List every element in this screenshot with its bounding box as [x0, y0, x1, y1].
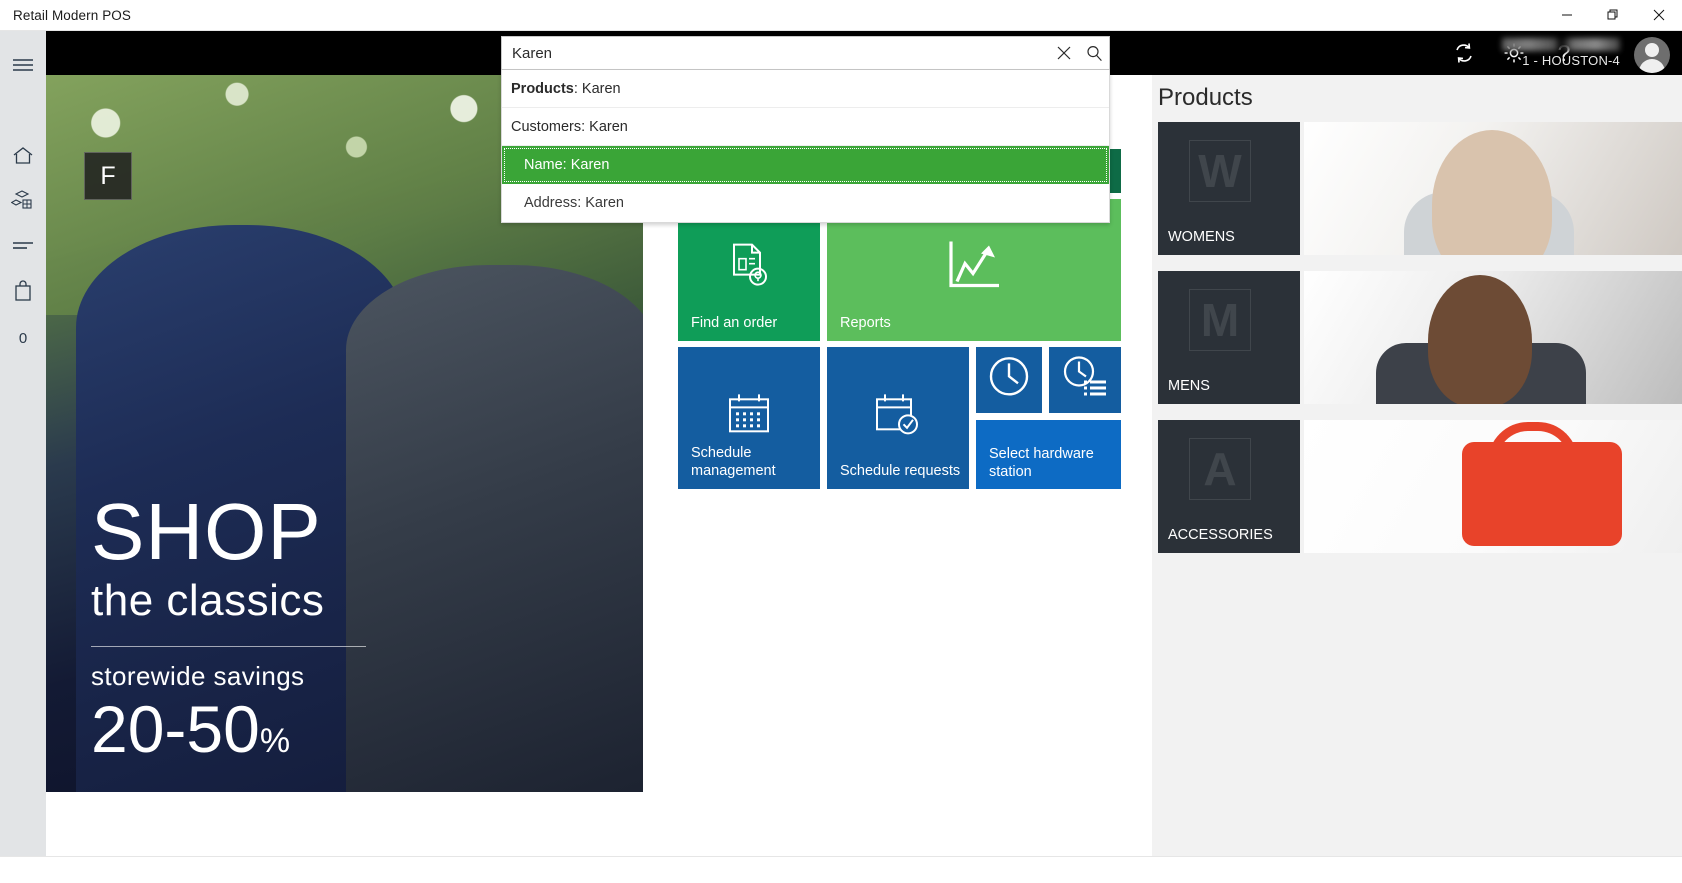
- cart-item-count: 0: [18, 330, 28, 347]
- clear-x-icon[interactable]: [1049, 37, 1079, 69]
- product-category-mens[interactable]: M MENS: [1158, 271, 1300, 404]
- avatar[interactable]: [1634, 37, 1670, 73]
- products-panel: Products W WOMENS M MENS A ACCESSORIES: [1152, 75, 1682, 883]
- calendar-check-icon: [827, 391, 969, 437]
- suggestion-customer-name-label: Name: Karen: [524, 157, 610, 173]
- search-box[interactable]: [501, 36, 1110, 70]
- products-boxes-icon: [10, 190, 35, 217]
- page-title: Retail Modern POS: [13, 7, 131, 23]
- bottom-strip: [0, 856, 1682, 883]
- banner-text-block: SHOP the classics storewide savings 20-5…: [91, 487, 366, 762]
- category-placeholder-icon: A: [1189, 438, 1251, 500]
- tile-find-an-order-label: Find an order: [691, 314, 778, 331]
- search-area: Products: Karen Customers: Karen Name: K…: [501, 36, 1110, 223]
- product-category-womens-image[interactable]: [1304, 122, 1682, 255]
- banner-subhead: the classics: [91, 575, 325, 625]
- tile-schedule-management-label: Schedule management: [691, 445, 776, 479]
- avatar-head: [1645, 43, 1659, 57]
- banner-percent-sign: %: [259, 721, 291, 760]
- user-name-redacted: [1502, 38, 1620, 51]
- product-category-womens[interactable]: W WOMENS: [1158, 122, 1300, 255]
- banner-divider: [91, 645, 366, 647]
- document-search-icon: [678, 239, 820, 293]
- tile-time-clock[interactable]: [976, 347, 1042, 413]
- window-title-bar: Retail Modern POS: [0, 0, 1682, 31]
- clock-list-icon: [1049, 354, 1121, 398]
- suggestion-customer-name[interactable]: Name: Karen: [502, 146, 1109, 184]
- suggestion-customer-address-label: Address: Karen: [524, 195, 624, 211]
- sidebar-item-transactions[interactable]: [0, 226, 46, 271]
- tile-reports-label: Reports: [840, 314, 891, 331]
- suggestion-products-value: : Karen: [573, 80, 621, 97]
- product-category-row: W WOMENS: [1158, 122, 1682, 255]
- banner-person-right: [346, 265, 643, 792]
- shopping-bag-icon: [13, 280, 33, 307]
- banner-badge: F: [84, 152, 132, 200]
- left-navigation-rail: 0: [0, 31, 46, 883]
- banner-discount: 20-50%: [91, 696, 366, 762]
- category-placeholder-icon: W: [1189, 140, 1251, 202]
- chart-arrow-icon: [827, 238, 1121, 294]
- home-icon: [12, 146, 34, 171]
- minimize-button[interactable]: [1544, 0, 1590, 31]
- products-heading: Products: [1158, 84, 1253, 111]
- product-category-accessories[interactable]: A ACCESSORIES: [1158, 420, 1300, 553]
- hamburger-menu-button[interactable]: [0, 41, 46, 86]
- product-category-row: A ACCESSORIES: [1158, 420, 1682, 553]
- product-category-accessories-label: ACCESSORIES: [1168, 527, 1273, 543]
- tile-schedule-management[interactable]: Schedule management: [678, 347, 820, 489]
- product-category-mens-image[interactable]: [1304, 271, 1682, 404]
- sidebar-item-cart[interactable]: [0, 271, 46, 316]
- clock-icon: [976, 353, 1042, 399]
- sidebar-item-products[interactable]: [0, 181, 46, 226]
- product-category-womens-label: WOMENS: [1168, 229, 1235, 245]
- search-input[interactable]: [502, 38, 1049, 68]
- list-lines-icon: [11, 239, 35, 258]
- tile-time-clock-entries[interactable]: [1049, 347, 1121, 413]
- calendar-icon: [678, 391, 820, 437]
- category-placeholder-icon: M: [1189, 289, 1251, 351]
- banner-storewide-text: storewide savings: [91, 660, 305, 691]
- product-category-accessories-image[interactable]: [1304, 420, 1682, 553]
- close-button[interactable]: [1636, 0, 1682, 31]
- store-register-label: 1 - HOUSTON-4: [1522, 53, 1620, 68]
- maximize-button[interactable]: [1590, 0, 1636, 31]
- window-controls: [1544, 0, 1682, 31]
- search-suggestions-list: Products: Karen Customers: Karen Name: K…: [501, 70, 1110, 223]
- suggestion-products-label: Products: [511, 80, 574, 97]
- banner-headline: SHOP: [91, 487, 322, 576]
- tile-select-hardware-station-label: Select hardware station: [989, 446, 1094, 480]
- tile-schedule-requests[interactable]: Schedule requests: [827, 347, 969, 489]
- magnifier-icon[interactable]: [1079, 37, 1109, 69]
- user-info[interactable]: 1 - HOUSTON-4: [1450, 31, 1620, 75]
- suggestion-customers[interactable]: Customers: Karen: [502, 108, 1109, 146]
- suggestion-products[interactable]: Products: Karen: [502, 70, 1109, 108]
- avatar-body: [1639, 59, 1665, 73]
- product-category-row: M MENS: [1158, 271, 1682, 404]
- tile-select-hardware-station[interactable]: Select hardware station: [976, 420, 1121, 489]
- suggestion-customers-label: Customers: Karen: [511, 118, 628, 135]
- product-category-mens-label: MENS: [1168, 378, 1210, 394]
- suggestion-customer-address[interactable]: Address: Karen: [502, 184, 1109, 222]
- banner-discount-value: 20-50: [91, 691, 260, 766]
- tile-schedule-requests-label: Schedule requests: [840, 462, 961, 479]
- sidebar-item-home[interactable]: [0, 136, 46, 181]
